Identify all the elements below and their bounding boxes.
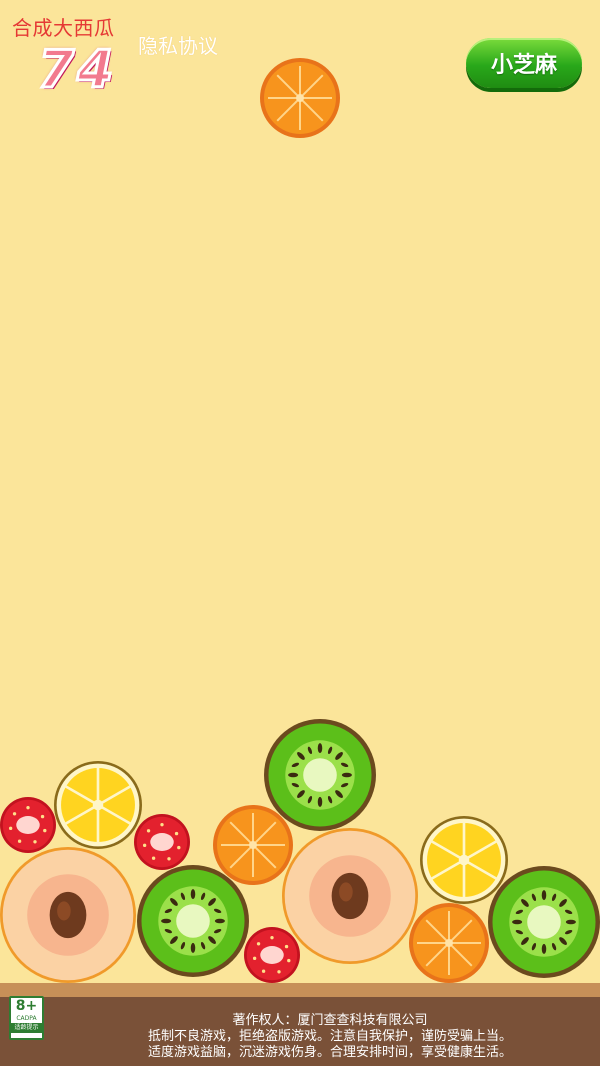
fruit-orange	[213, 805, 293, 885]
fruit-strawberry	[134, 814, 190, 870]
ground-strip	[0, 983, 600, 997]
fruit-strawberry	[0, 797, 56, 853]
fruit-lemon	[54, 761, 142, 849]
age-rating-org: CADPA	[16, 1015, 37, 1022]
footer-notice: 著作权人：厦门查查科技有限公司 抵制不良游戏，拒绝盗版游戏。注意自我保护，谨防受…	[0, 997, 600, 1066]
fruit-kiwi	[264, 719, 376, 831]
playfield[interactable]	[0, 0, 600, 1000]
fruit-strawberry	[244, 927, 300, 983]
next-fruit-orange[interactable]	[260, 58, 340, 138]
fruit-peach	[0, 847, 136, 983]
age-rating-number: 8+	[15, 998, 38, 1014]
age-rating-label: 适龄提示	[11, 1023, 42, 1033]
age-rating-badge: 8+ CADPA 适龄提示	[9, 996, 44, 1040]
fruit-kiwi	[488, 866, 600, 978]
health-notice-line-2: 适度游戏益脑，沉迷游戏伤身。合理安排时间，享受健康生活。	[147, 1045, 512, 1060]
fruit-kiwi	[137, 865, 249, 977]
fruit-lemon	[420, 816, 508, 904]
fruit-orange	[409, 903, 489, 983]
fruit-peach	[282, 828, 418, 964]
